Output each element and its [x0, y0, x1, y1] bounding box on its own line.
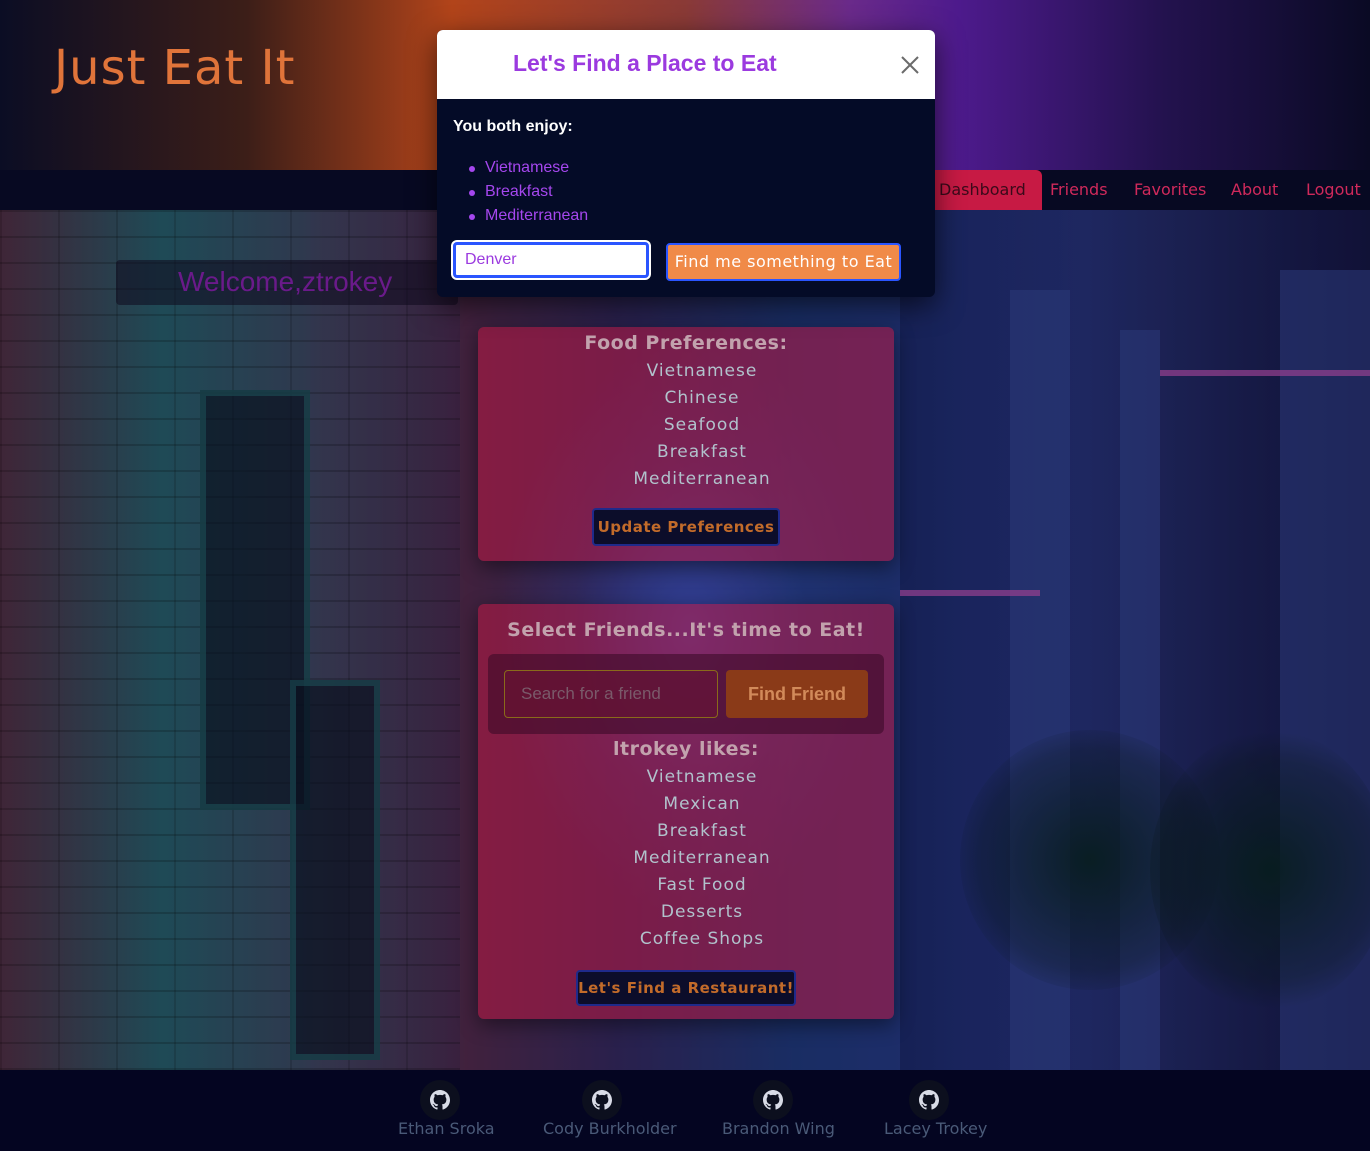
bullet-icon: [469, 190, 475, 196]
find-friend-button[interactable]: Find Friend: [726, 670, 868, 718]
preferences-card: Food Preferences: Vietnamese Chinese Sea…: [478, 327, 894, 561]
modal-title: Let's Find a Place to Eat: [513, 50, 777, 76]
preference-item: Vietnamese: [646, 361, 758, 381]
member-name[interactable]: Ethan Sroka: [398, 1119, 495, 1138]
preference-item: Seafood: [663, 415, 741, 435]
friend-like-item: Fast Food: [657, 875, 747, 895]
find-food-button[interactable]: Find me something to Eat: [666, 243, 901, 281]
modal-subtitle: You both enjoy:: [453, 118, 573, 135]
friend-likes-title: ltrokey likes:: [613, 738, 759, 760]
footer: [0, 1070, 1370, 1151]
preference-item: Breakfast: [657, 442, 747, 462]
github-icon[interactable]: [909, 1080, 949, 1120]
close-icon[interactable]: [897, 52, 923, 78]
bullet-icon: [469, 214, 475, 220]
member-name[interactable]: Cody Burkholder: [543, 1119, 677, 1138]
friend-search-input[interactable]: Search for a friend: [504, 670, 718, 718]
nav-logout[interactable]: Logout: [1290, 170, 1370, 210]
nav-favorites[interactable]: Favorites: [1118, 170, 1222, 210]
friend-like-item: Breakfast: [657, 821, 747, 841]
friend-like-item: Coffee Shops: [639, 929, 765, 949]
shared-cuisine-item: Breakfast: [469, 180, 588, 204]
find-restaurant-button[interactable]: Let's Find a Restaurant!: [576, 970, 796, 1006]
nav-about[interactable]: About: [1215, 170, 1294, 210]
shared-cuisine-label: Mediterranean: [485, 207, 589, 224]
member-name[interactable]: Brandon Wing: [722, 1119, 835, 1138]
nav-friends[interactable]: Friends: [1034, 170, 1124, 210]
nav-dashboard[interactable]: Dashboard: [923, 170, 1042, 210]
city-input[interactable]: Denver: [453, 242, 649, 278]
friend-like-item: Mexican: [663, 794, 741, 814]
preference-item: Mediterranean: [633, 469, 771, 489]
github-icon[interactable]: [420, 1080, 460, 1120]
preference-item: Chinese: [664, 388, 740, 408]
friend-like-item: Vietnamese: [646, 767, 758, 787]
friend-like-item: Desserts: [660, 902, 744, 922]
brand-title[interactable]: Just Eat It: [54, 40, 295, 96]
update-preferences-button[interactable]: Update Preferences: [592, 508, 780, 546]
member-name[interactable]: Lacey Trokey: [884, 1119, 987, 1138]
shared-cuisine-item: Vietnamese: [469, 156, 588, 180]
shared-cuisine-label: Vietnamese: [485, 159, 570, 176]
shared-cuisine-list: Vietnamese Breakfast Mediterranean: [469, 156, 588, 228]
github-icon[interactable]: [582, 1080, 622, 1120]
shared-cuisine-label: Breakfast: [485, 183, 553, 200]
github-icon[interactable]: [753, 1080, 793, 1120]
bullet-icon: [469, 166, 475, 172]
friends-title: Select Friends...It's time to Eat!: [507, 619, 865, 641]
shared-cuisine-item: Mediterranean: [469, 204, 588, 228]
find-place-modal: Let's Find a Place to Eat You both enjoy…: [437, 30, 935, 297]
friend-like-item: Mediterranean: [633, 848, 771, 868]
welcome-text: Welcome,ztrokey: [178, 266, 393, 297]
preferences-title: Food Preferences:: [584, 332, 788, 354]
